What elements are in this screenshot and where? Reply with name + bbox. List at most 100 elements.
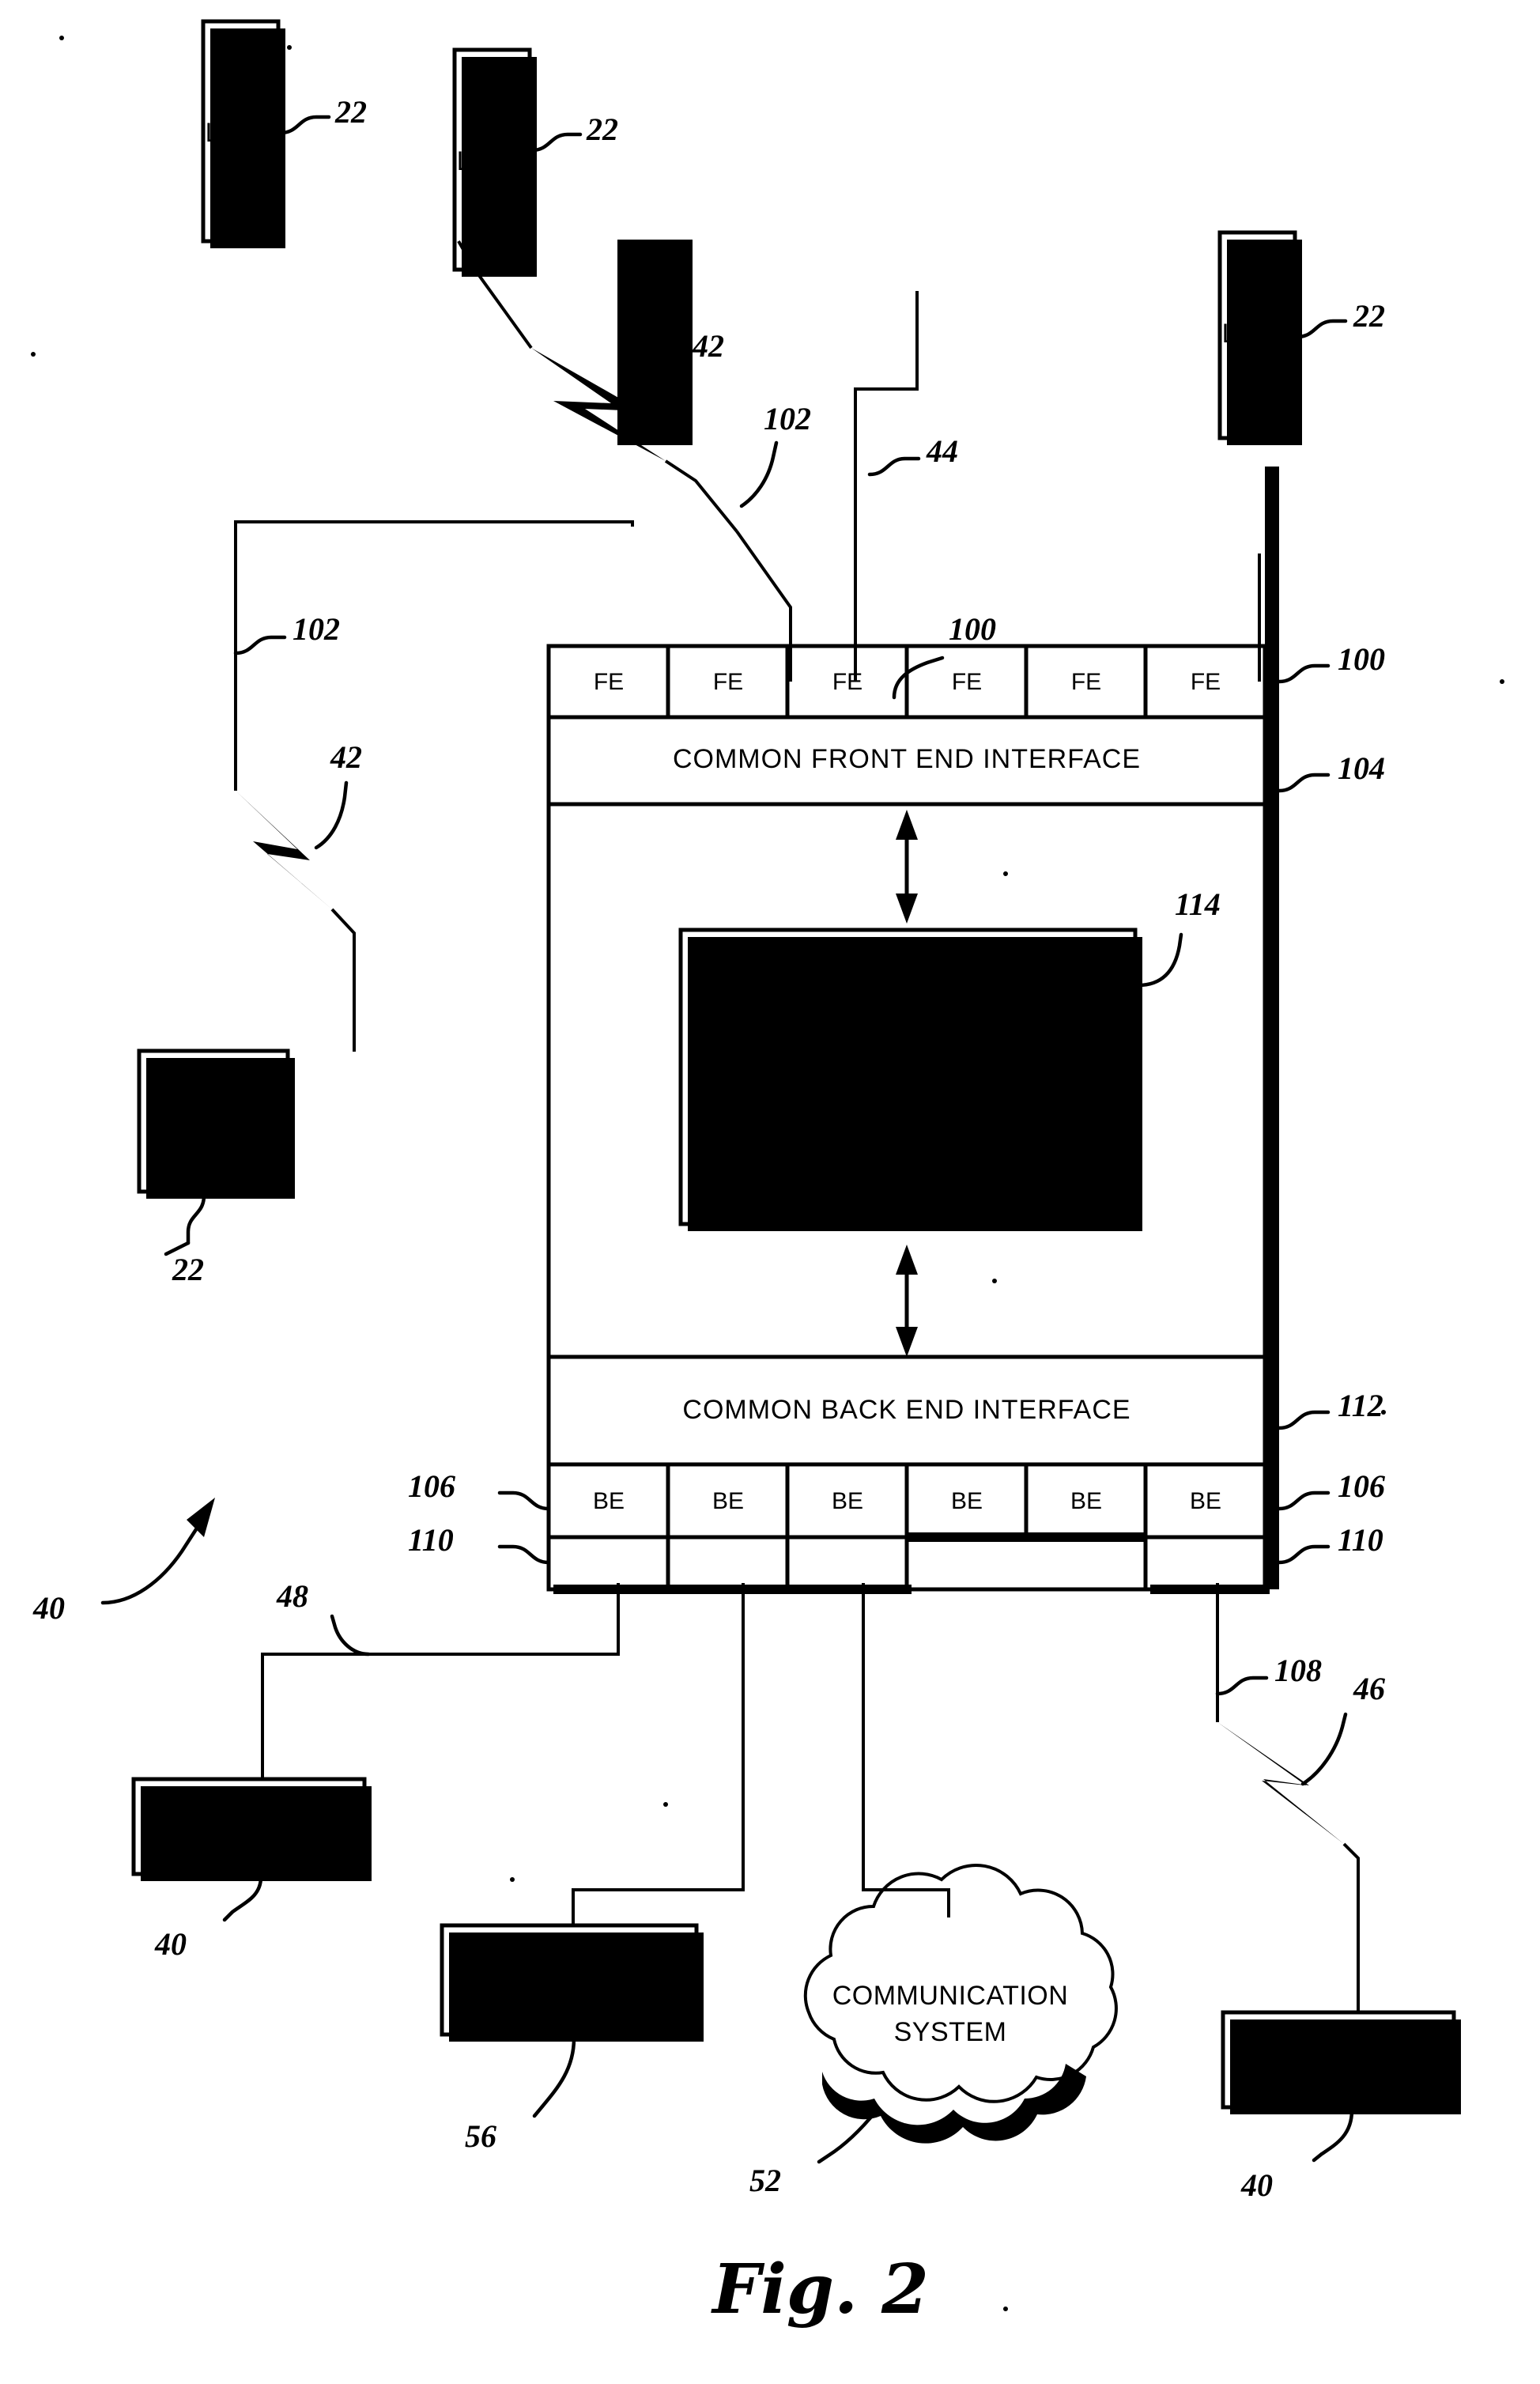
main-unit: FE FE FE FE FE FE COMMON FRONT END INTER… xyxy=(546,467,1279,1594)
switch-ref-leader xyxy=(1136,932,1183,988)
terminal-left-ref-leader xyxy=(222,1875,263,1922)
ref-42-left-leader xyxy=(314,780,349,850)
terminal-right-ref-leader xyxy=(1312,2108,1354,2163)
lrap-top-mid-ref-leader xyxy=(530,132,583,153)
supervisor-label: SUPERVISOR xyxy=(479,1965,659,1995)
ref-114: 114 xyxy=(1175,886,1221,922)
ref-108-leader xyxy=(1215,1676,1269,1696)
ref-106-right: 106 xyxy=(1338,1468,1385,1504)
communication-system-label-line1: COMMUNICATION xyxy=(832,1981,1069,2011)
ref-40-right: 40 xyxy=(1240,2167,1273,2203)
lrap-top-mid-node[interactable]: LRAP xyxy=(452,47,537,277)
link-wired-supervisor xyxy=(572,1583,745,1925)
arrow-switch-to-back xyxy=(896,1245,918,1357)
scan-speck xyxy=(1003,871,1008,876)
ref-22-top-mid: 22 xyxy=(586,111,618,147)
terminal-left-node[interactable] xyxy=(131,1777,372,1881)
scan-speck xyxy=(663,1802,668,1807)
terminal-right-node[interactable] xyxy=(1221,2010,1461,2114)
fe-cell-5-label: FE xyxy=(1071,669,1101,695)
ref-102-top: 102 xyxy=(764,401,811,436)
scan-speck xyxy=(510,1877,515,1882)
ref-22-top-left: 22 xyxy=(334,94,367,130)
lrap-left-node[interactable]: LRAP xyxy=(137,1048,295,1199)
lrap-top-left-node[interactable]: LRAP xyxy=(201,19,285,248)
system-arrow xyxy=(100,1498,215,1605)
communication-system-ref-leader xyxy=(817,2109,878,2164)
fe-cell-1-label: FE xyxy=(594,669,624,695)
communication-system-node[interactable]: COMMUNICATION SYSTEM xyxy=(803,1863,1118,2144)
be-cell-6-label: BE xyxy=(1190,1488,1221,1514)
ref-102-left-leader xyxy=(233,635,287,656)
scan-speck xyxy=(59,36,64,40)
ref-22-left: 22 xyxy=(172,1252,204,1287)
link-wired-48 xyxy=(261,1583,620,1779)
link-wired-44 xyxy=(854,291,919,682)
scan-speck xyxy=(287,45,292,50)
scan-speck xyxy=(1381,1410,1386,1415)
ref-40-system: 40 xyxy=(32,1590,65,1626)
figure-caption: Fig. 2 xyxy=(710,2250,929,2329)
front-end-interface-label: COMMON FRONT END INTERFACE xyxy=(673,744,1141,774)
scan-speck xyxy=(1003,2307,1008,2311)
ref-40-left: 40 xyxy=(154,1926,187,1962)
lrap-left-ref-leader xyxy=(164,1193,206,1256)
lrap-left-label: LRAP xyxy=(178,1106,250,1136)
be-cell-2-label: BE xyxy=(712,1488,744,1514)
ref-56: 56 xyxy=(465,2118,496,2154)
supervisor-node[interactable]: SUPERVISOR xyxy=(440,1923,704,2042)
link-wired-102-left xyxy=(234,520,634,1052)
ref-44: 44 xyxy=(926,433,958,469)
ref-102-top-leader xyxy=(739,440,779,508)
scan-speck xyxy=(31,352,36,357)
ref-46-leader xyxy=(1300,1712,1348,1786)
ref-22-right: 22 xyxy=(1353,298,1385,334)
fe-cell-4-label: FE xyxy=(952,669,982,695)
switch-label-line3: SWITCH xyxy=(853,1097,961,1127)
switch-label-line2: PACKET xyxy=(854,1059,962,1089)
ref-100-right: 100 xyxy=(1338,641,1385,677)
ref-112: 112 xyxy=(1338,1388,1383,1423)
be-cell-5-label: BE xyxy=(1070,1488,1102,1514)
scan-speck xyxy=(992,1279,997,1283)
ref-102-left: 102 xyxy=(293,611,340,647)
ref-48: 48 xyxy=(276,1578,308,1614)
ref-leaders-right xyxy=(1277,663,1331,1565)
ref-110-left: 110 xyxy=(408,1522,454,1558)
supervisor-ref-leader xyxy=(532,2036,576,2118)
ref-100-top-leader xyxy=(892,656,945,700)
ref-110-right: 110 xyxy=(1338,1522,1383,1558)
be-cell-3-label: BE xyxy=(832,1488,863,1514)
link-wired-comm-system xyxy=(862,1583,950,1917)
common-back-end-interface: COMMON BACK END INTERFACE xyxy=(546,1354,1267,1467)
lrap-top-left-label: LRAP xyxy=(206,118,277,148)
back-end-sub-row xyxy=(546,1532,1270,1594)
fe-cell-3-label: FE xyxy=(832,669,862,695)
ref-leaders-left-be xyxy=(497,1490,551,1565)
ref-100-top: 100 xyxy=(949,611,996,647)
ref-44-leader xyxy=(867,456,921,477)
lrap-top-mid-label: LRAP xyxy=(457,146,529,176)
front-end-port-row: FE FE FE FE FE FE xyxy=(546,644,1267,720)
ref-52: 52 xyxy=(749,2163,781,2198)
fe-cell-2-label: FE xyxy=(713,669,743,695)
ref-46: 46 xyxy=(1353,1671,1385,1706)
arrow-front-to-switch xyxy=(896,810,918,924)
ref-108: 108 xyxy=(1274,1653,1322,1688)
lrap-top-left-ref-leader xyxy=(278,115,331,135)
back-end-port-row: BE BE BE BE BE BE xyxy=(546,1462,1267,1540)
be-cell-4-label: BE xyxy=(951,1488,983,1514)
ref-42-top: 42 xyxy=(692,328,724,364)
ref-48-leader xyxy=(330,1614,371,1657)
back-end-interface-label: COMMON BACK END INTERFACE xyxy=(682,1395,1130,1425)
lrap-right-ref-leader xyxy=(1295,319,1348,339)
fe-cell-6-label: FE xyxy=(1191,669,1221,695)
ref-104: 104 xyxy=(1338,750,1385,786)
ref-42-left: 42 xyxy=(330,739,362,775)
be-cell-1-label: BE xyxy=(593,1488,625,1514)
link-wired-108 xyxy=(1216,1583,1360,2012)
common-front-end-interface: COMMON FRONT END INTERFACE xyxy=(546,715,1267,807)
intelligent-packet-switch[interactable]: INTELLIGENT PACKET SWITCH xyxy=(678,928,1142,1231)
patent-figure-svg: LRAP 22 LRAP 22 LRAP 22 LRAP 22 FE FE FE… xyxy=(31,19,1504,2329)
communication-system-label-line2: SYSTEM xyxy=(894,2017,1007,2047)
